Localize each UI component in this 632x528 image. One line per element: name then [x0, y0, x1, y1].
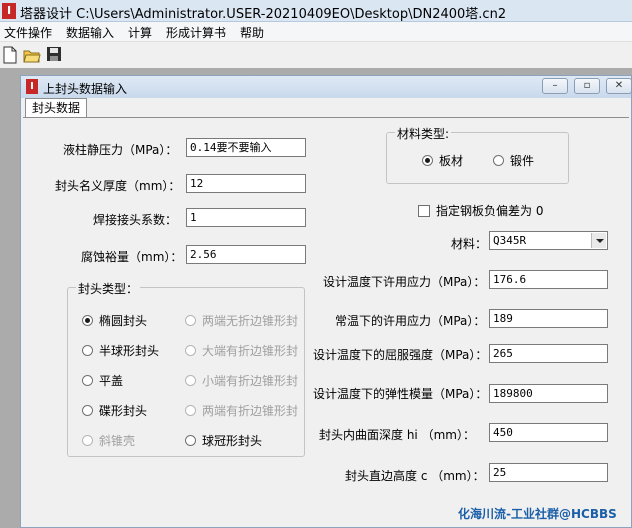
child-window-title: 上封头数据输入 [43, 82, 128, 96]
radio-torispherical-head[interactable]: 碟形封头 [82, 402, 147, 419]
radio-label: 球冠形封头 [202, 434, 263, 448]
radio-plate[interactable]: 板材 [422, 152, 463, 169]
radio-label: 板材 [439, 154, 464, 168]
app-logo-icon: I [2, 3, 16, 19]
radio-label: 两端无折边锥形封 [202, 314, 299, 328]
radio-dot-icon [82, 315, 93, 326]
radio-label: 碟形封头 [99, 404, 148, 418]
static-pressure-input[interactable]: 0.14要不要输入 [186, 138, 306, 157]
radio-dot-icon [82, 375, 93, 386]
ambient-stress-label: 常温下的许用应力（MPa）： [335, 314, 486, 328]
radio-cone-no-knuckle: 两端无折边锥形封 [185, 312, 298, 329]
radio-dot-icon [493, 155, 504, 166]
radio-oblique-cone: 斜锥壳 [82, 432, 135, 449]
radio-label: 椭圆封头 [99, 314, 148, 328]
radio-label: 斜锥壳 [99, 434, 136, 448]
head-data-window: I 上封头数据输入 – ▫ ✕ 封头数据 液柱静压力（MPa）： 0.14要不要… [20, 75, 632, 528]
open-folder-icon[interactable] [23, 46, 41, 64]
radio-ellipsoidal-head[interactable]: 椭圆封头 [82, 312, 147, 329]
menu-report[interactable]: 形成计算书 [166, 24, 226, 41]
inner-depth-input[interactable]: 450 [489, 423, 608, 442]
steel-tolerance-checkbox[interactable]: 指定钢板负偏差为 0 [418, 202, 543, 219]
nominal-thickness-label: 封头名义厚度（mm）： [55, 179, 181, 193]
radio-forging[interactable]: 锻件 [493, 152, 534, 169]
material-type-group: 材料类型: 板材 锻件 [386, 125, 569, 184]
radio-label: 小端有折边锥形封 [202, 374, 299, 388]
app-title-bar: I 塔器设计 C:\Users\Administrator.USER-20210… [0, 0, 632, 22]
checkbox-box-icon [418, 205, 430, 217]
app-title: 塔器设计 C:\Users\Administrator.USER-2021040… [20, 7, 507, 22]
radio-flat-cover[interactable]: 平盖 [82, 372, 123, 389]
design-temp-stress-label: 设计温度下许用应力（MPa）： [323, 275, 486, 289]
joint-efficiency-label: 焊接接头系数： [93, 213, 178, 227]
corrosion-allowance-input[interactable]: 2.56 [186, 245, 306, 264]
radio-label: 锻件 [510, 154, 535, 168]
toolbar [0, 42, 632, 68]
chevron-down-icon[interactable] [591, 233, 606, 248]
straight-flange-input[interactable]: 25 [489, 463, 608, 482]
tab-head-data[interactable]: 封头数据 [25, 98, 87, 118]
radio-dot-icon [82, 435, 93, 446]
radio-dot-icon [82, 405, 93, 416]
ambient-stress-input[interactable]: 189 [489, 309, 608, 328]
radio-hemispherical-head[interactable]: 半球形封头 [82, 342, 159, 359]
minimize-button[interactable]: – [542, 78, 568, 94]
radio-label: 两端有折边锥形封 [202, 404, 299, 418]
corrosion-allowance-label: 腐蚀裕量（mm）： [81, 250, 183, 264]
yield-strength-label: 设计温度下的屈服强度（MPa）： [313, 348, 488, 362]
straight-flange-label: 封头直边高度 c （mm）： [345, 469, 485, 483]
menu-file[interactable]: 文件操作 [4, 24, 52, 41]
yield-strength-input[interactable]: 265 [489, 344, 608, 363]
radio-cone-small-knuckle: 小端有折边锥形封 [185, 372, 298, 389]
material-label: 材料： [451, 237, 488, 251]
radio-label: 平盖 [99, 374, 124, 388]
radio-dot-icon [185, 375, 196, 386]
menu-data-input[interactable]: 数据输入 [66, 24, 114, 41]
nominal-thickness-input[interactable]: 12 [186, 174, 306, 193]
radio-spherical-cap-head[interactable]: 球冠形封头 [185, 432, 262, 449]
head-type-caption: 封头类型： [76, 280, 141, 297]
watermark-text: 化海川流-工业社群@HCBBS [458, 507, 617, 521]
menu-calculate[interactable]: 计算 [128, 24, 152, 41]
radio-dot-icon [185, 435, 196, 446]
radio-dot-icon [185, 315, 196, 326]
radio-cone-both-knuckle: 两端有折边锥形封 [185, 402, 298, 419]
restore-button[interactable]: ▫ [574, 78, 600, 94]
close-button[interactable]: ✕ [606, 78, 632, 94]
joint-efficiency-input[interactable]: 1 [186, 208, 306, 227]
menu-bar: 文件操作 数据输入 计算 形成计算书 帮助 [0, 22, 632, 42]
material-select-value: Q345R [493, 234, 527, 247]
steel-tolerance-label: 指定钢板负偏差为 0 [436, 204, 544, 218]
child-title-bar: I 上封头数据输入 – ▫ ✕ [21, 76, 632, 98]
material-type-caption: 材料类型: [395, 125, 452, 142]
window-logo-icon: I [26, 79, 38, 94]
radio-dot-icon [82, 345, 93, 356]
static-pressure-label: 液柱静压力（MPa）： [63, 143, 178, 157]
new-file-icon[interactable] [2, 46, 20, 64]
radio-dot-icon [185, 345, 196, 356]
elastic-modulus-input[interactable]: 189800 [489, 384, 608, 403]
radio-dot-icon [422, 155, 433, 166]
save-icon[interactable] [46, 46, 64, 64]
radio-label: 大端有折边锥形封 [202, 344, 299, 358]
material-select[interactable]: Q345R [489, 231, 608, 250]
tab-panel: 液柱静压力（MPa）： 0.14要不要输入 封头名义厚度（mm）： 12 焊接接… [23, 117, 629, 527]
design-temp-stress-input[interactable]: 176.6 [489, 270, 608, 289]
head-type-group: 封头类型： 椭圆封头 两端无折边锥形封 半球形封头 大端有折边锥形封 平盖 小端… [67, 280, 305, 457]
elastic-modulus-label: 设计温度下的弹性模量（MPa）： [313, 387, 488, 401]
menu-help[interactable]: 帮助 [240, 24, 264, 41]
radio-cone-large-knuckle: 大端有折边锥形封 [185, 342, 298, 359]
radio-label: 半球形封头 [99, 344, 160, 358]
inner-depth-label: 封头内曲面深度 hi （mm）： [319, 428, 475, 442]
radio-dot-icon [185, 405, 196, 416]
